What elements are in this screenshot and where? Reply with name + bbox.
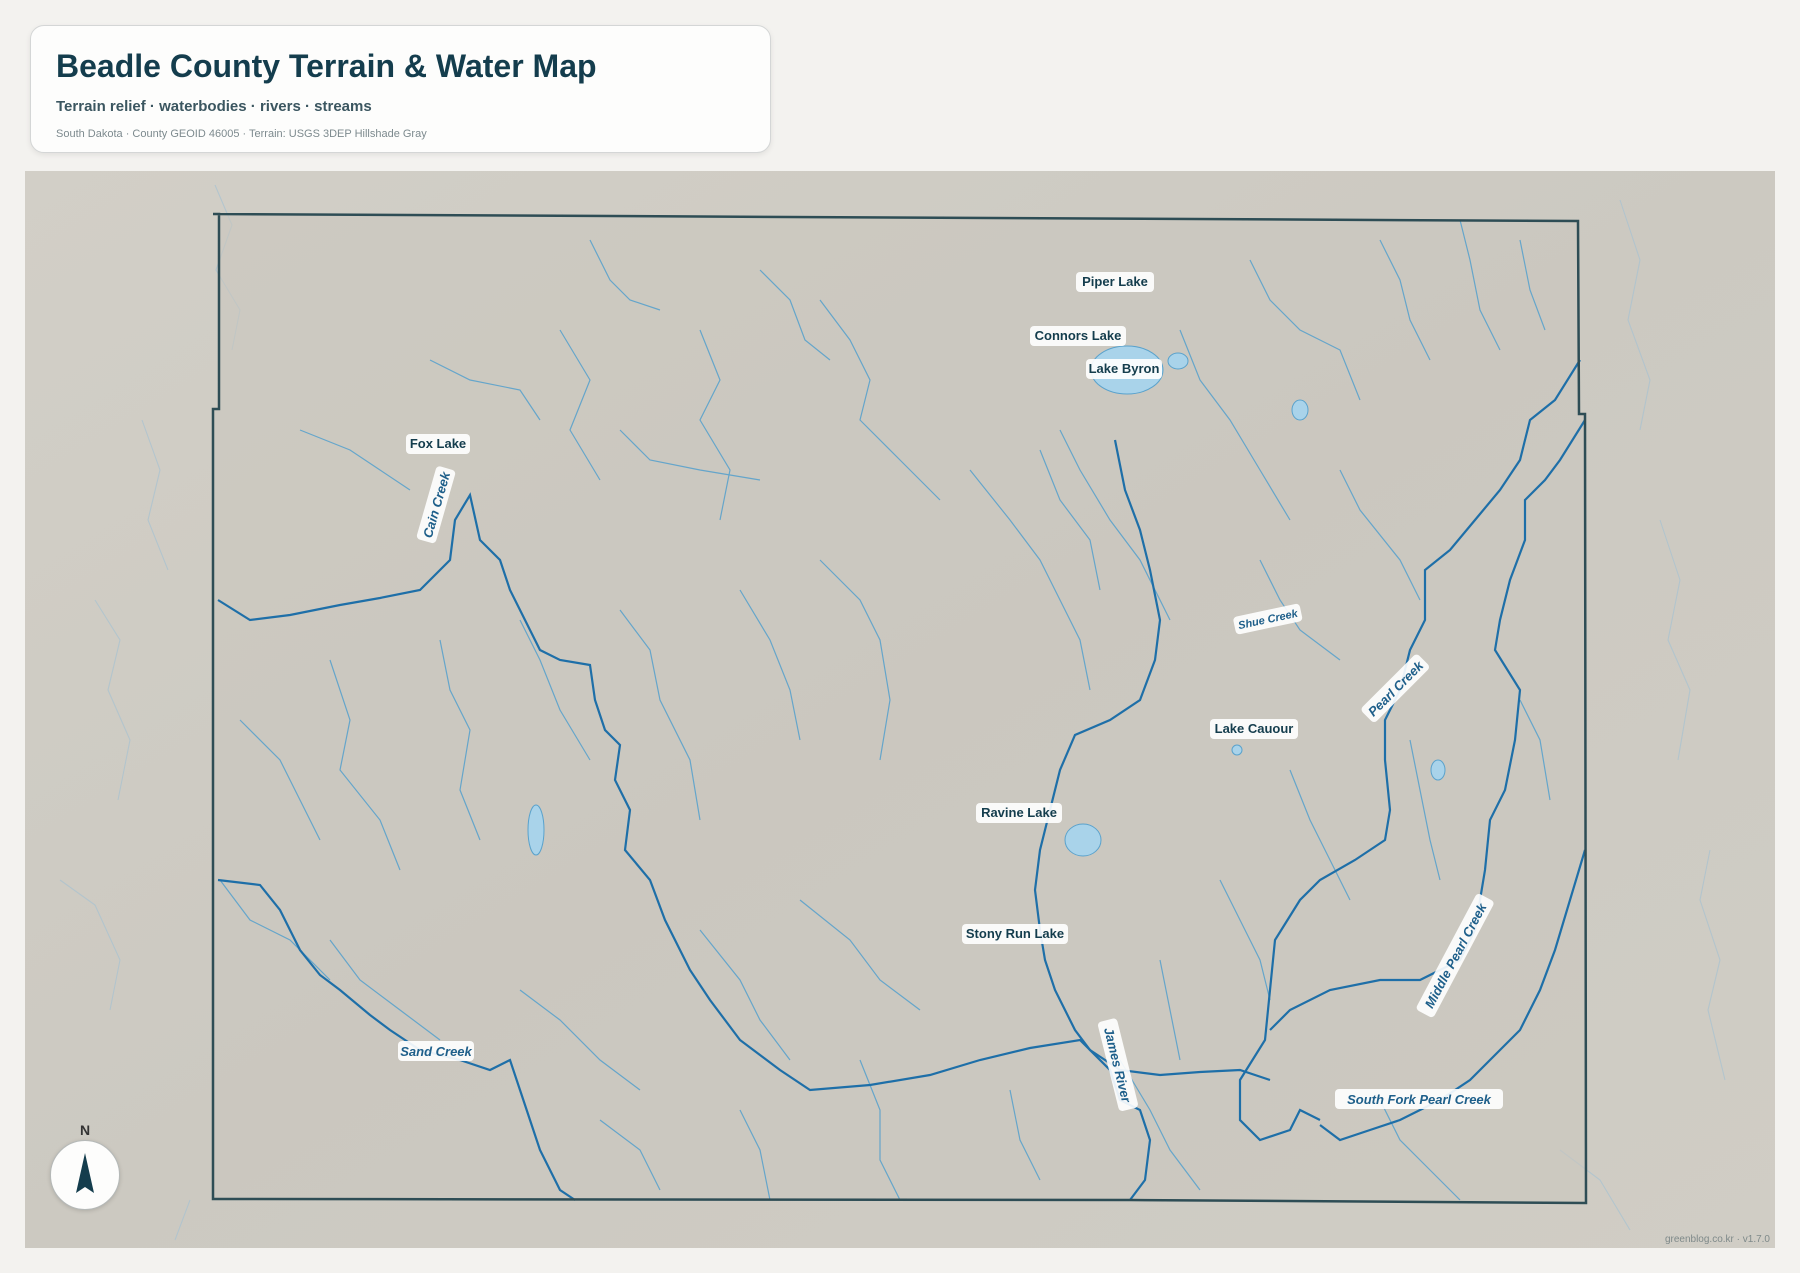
map-title: Beadle County Terrain & Water Map (56, 48, 597, 84)
west-lake-shape (527, 804, 545, 856)
label-connors-lake[interactable]: Connors Lake (1030, 326, 1126, 346)
map-subtitle: Terrain relief · waterbodies · rivers · … (56, 98, 372, 115)
north-label: N (79, 1122, 91, 1138)
label-piper-lake[interactable]: Piper Lake (1076, 272, 1154, 292)
label-fox-lake[interactable]: Fox Lake (406, 434, 470, 454)
label-south-fork-pearl-creek[interactable]: South Fork Pearl Creek (1335, 1089, 1503, 1109)
map-meta: South Dakota · County GEOID 46005 · Terr… (56, 128, 427, 140)
small-pond (1167, 352, 1189, 370)
map-canvas[interactable]: Piper Lake Connors Lake Lake Byron Fox L… (25, 171, 1775, 1248)
label-south-fork-pearl-creek-text: South Fork Pearl Creek (1347, 1092, 1492, 1107)
northeast-pond (1291, 399, 1309, 421)
ravine-lake-shape (1064, 823, 1102, 857)
attribution: greenblog.co.kr · v1.7.0 (1664, 1234, 1770, 1245)
label-sand-creek[interactable]: Sand Creek (398, 1041, 474, 1061)
compass-circle (50, 1140, 120, 1210)
label-ravine-lake[interactable]: Ravine Lake (976, 803, 1062, 823)
title-card: Beadle County Terrain & Water Map Terrai… (30, 25, 771, 153)
north-arrow: N (50, 1122, 120, 1212)
label-ravine-lake-text: Ravine Lake (981, 805, 1057, 820)
label-lake-byron-text: Lake Byron (1089, 361, 1160, 376)
label-lake-cauour-text: Lake Cauour (1215, 721, 1294, 736)
label-fox-lake-text: Fox Lake (410, 436, 466, 451)
label-piper-lake-text: Piper Lake (1082, 274, 1148, 289)
label-lake-cauour[interactable]: Lake Cauour (1210, 719, 1298, 739)
label-sand-creek-text: Sand Creek (400, 1044, 472, 1059)
label-lake-byron[interactable]: Lake Byron (1086, 359, 1162, 379)
north-arrow-icon (76, 1153, 94, 1193)
label-stony-run-lake[interactable]: Stony Run Lake (962, 924, 1068, 944)
label-connors-lake-text: Connors Lake (1035, 328, 1122, 343)
cauour-pond (1231, 744, 1243, 756)
east-pond (1430, 759, 1446, 781)
label-stony-run-lake-text: Stony Run Lake (966, 926, 1064, 941)
